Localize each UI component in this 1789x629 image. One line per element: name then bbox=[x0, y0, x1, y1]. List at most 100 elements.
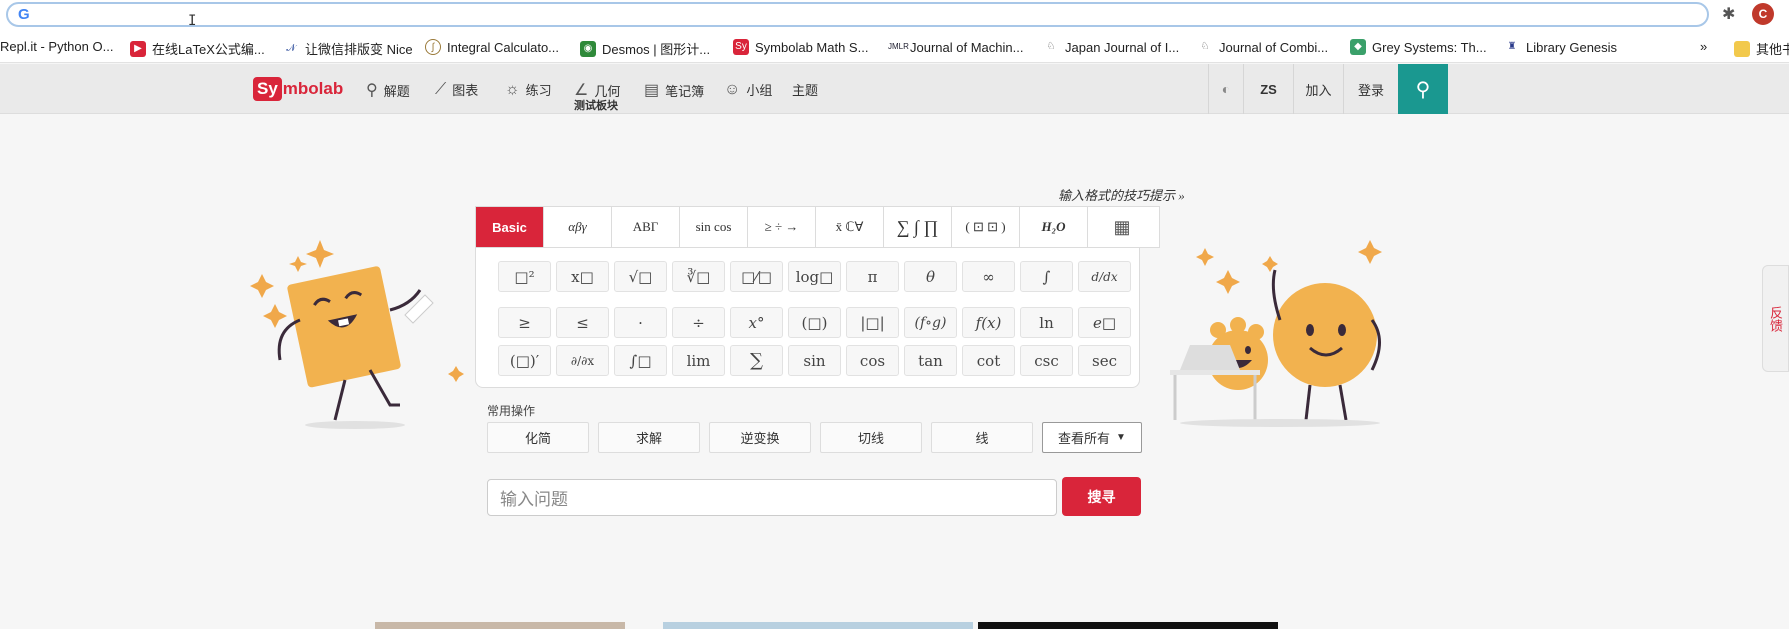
problem-input[interactable]: 输入问题 bbox=[487, 479, 1057, 516]
key-tan[interactable]: tan bbox=[904, 345, 957, 376]
tab-calculus[interactable]: ∑ ∫ ∏ bbox=[884, 207, 952, 247]
common-operations-label: 常用操作 bbox=[487, 404, 536, 418]
bookmark-grey-systems[interactable]: ◆ Grey Systems: Th... bbox=[1350, 39, 1487, 55]
key-partial[interactable]: ∂/∂x bbox=[556, 345, 609, 376]
bookmark-label: 其他书 bbox=[1756, 42, 1789, 57]
view-all-dropdown[interactable]: 查看所有 ▼ bbox=[1042, 422, 1142, 453]
integral-icon: ∫ bbox=[425, 39, 441, 55]
tab-trig[interactable]: sin cos bbox=[680, 207, 748, 247]
address-bar[interactable]: G I bbox=[6, 2, 1709, 29]
key-sqrt[interactable]: √□ bbox=[614, 261, 667, 292]
springer-icon: ♘ bbox=[1197, 39, 1213, 55]
key-divide[interactable]: ÷ bbox=[672, 307, 725, 338]
tab-operators[interactable]: ≥ ÷ → bbox=[748, 207, 816, 247]
key-degree[interactable]: x° bbox=[730, 307, 783, 338]
nav-topics[interactable]: 主题 bbox=[792, 80, 818, 99]
key-exp[interactable]: e□ bbox=[1078, 307, 1131, 338]
ad-banner[interactable] bbox=[978, 622, 1278, 629]
key-infinity[interactable]: ∞ bbox=[962, 261, 1015, 292]
key-dot[interactable]: · bbox=[614, 307, 667, 338]
nav-search-button[interactable]: ⚲ bbox=[1398, 64, 1448, 114]
ad-banner[interactable] bbox=[663, 622, 973, 629]
key-csc[interactable]: csc bbox=[1020, 345, 1073, 376]
nav-label: 笔记簿 bbox=[665, 83, 705, 99]
search-icon: ⚲ bbox=[1415, 77, 1431, 101]
bookmarks-more[interactable]: » bbox=[1700, 39, 1707, 54]
dark-mode-toggle[interactable]: ◐ bbox=[1208, 64, 1243, 114]
key-prime[interactable]: (□)′ bbox=[498, 345, 551, 376]
symbolab-icon: Sy bbox=[733, 39, 749, 55]
language-button[interactable]: ZS bbox=[1243, 64, 1293, 114]
join-button[interactable]: 加入 bbox=[1293, 64, 1343, 114]
key-absolute[interactable]: |□| bbox=[846, 307, 899, 338]
bookmark-folder-other[interactable]: 其他书 bbox=[1734, 39, 1789, 58]
tab-greek-upper[interactable]: ABΓ bbox=[612, 207, 680, 247]
input-tips-link[interactable]: 输入格式的技巧提示 » bbox=[1058, 185, 1185, 204]
key-sum[interactable]: ∑ bbox=[730, 345, 783, 376]
chart-line-icon: ⟋ bbox=[435, 80, 447, 98]
nav-graph[interactable]: ⟋ 图表 bbox=[435, 80, 478, 99]
bookmark-libgen[interactable]: ♜ Library Genesis bbox=[1504, 39, 1617, 55]
key-composition[interactable]: (f∘g) bbox=[904, 307, 957, 338]
nav-practice[interactable]: ☼ 练习 bbox=[505, 80, 552, 99]
extensions-icon[interactable]: ✱ bbox=[1722, 4, 1735, 23]
tab-basic[interactable]: Basic bbox=[476, 207, 544, 247]
key-integral[interactable]: ∫ bbox=[1020, 261, 1073, 292]
op-tangent[interactable]: 切线 bbox=[820, 422, 922, 453]
key-derivative[interactable]: d/dx bbox=[1078, 261, 1131, 292]
bookmark-japan-journal[interactable]: ♘ Japan Journal of I... bbox=[1043, 39, 1179, 55]
lightbulb-icon: ☼ bbox=[505, 80, 520, 98]
bookmark-nice[interactable]: 𝒩 让微信排版变 Nice bbox=[283, 39, 413, 58]
bookmark-symbolab[interactable]: Sy Symbolab Math S... bbox=[733, 39, 868, 55]
key-function[interactable]: f(x) bbox=[962, 307, 1015, 338]
tab-sets[interactable]: x̄ ℂ∀ bbox=[816, 207, 884, 247]
notebook-icon: ▤ bbox=[644, 82, 660, 99]
key-leq[interactable]: ≤ bbox=[556, 307, 609, 338]
nav-solve[interactable]: ⚲ 解题 bbox=[366, 80, 410, 100]
key-definite-integral[interactable]: ∫□ bbox=[614, 345, 667, 376]
tab-greek-lower[interactable]: αβγ bbox=[544, 207, 612, 247]
ad-banner[interactable] bbox=[375, 622, 625, 629]
bookmark-jmlr[interactable]: JMLR Journal of Machin... bbox=[888, 39, 1023, 55]
nav-groups[interactable]: ☺ 小组 bbox=[724, 80, 772, 99]
op-line[interactable]: 线 bbox=[931, 422, 1033, 453]
key-nth-root[interactable]: ∛□ bbox=[672, 261, 725, 292]
bookmark-journal-combi[interactable]: ♘ Journal of Combi... bbox=[1197, 39, 1328, 55]
key-ln[interactable]: ln bbox=[1020, 307, 1073, 338]
bookmark-desmos[interactable]: ◉ Desmos | 图形计... bbox=[580, 39, 710, 58]
key-geq[interactable]: ≥ bbox=[498, 307, 551, 338]
profile-avatar[interactable]: C bbox=[1752, 3, 1774, 25]
op-simplify[interactable]: 化简 bbox=[487, 422, 589, 453]
key-parentheses[interactable]: (□) bbox=[788, 307, 841, 338]
libgen-icon: ♜ bbox=[1504, 39, 1520, 55]
key-cot[interactable]: cot bbox=[962, 345, 1015, 376]
key-pi[interactable]: π bbox=[846, 261, 899, 292]
bookmark-latex[interactable]: ▶ 在线LaTeX公式编... bbox=[130, 39, 265, 58]
key-cos[interactable]: cos bbox=[846, 345, 899, 376]
key-sin[interactable]: sin bbox=[788, 345, 841, 376]
key-theta[interactable]: θ bbox=[904, 261, 957, 292]
feedback-tab[interactable]: 反馈 bbox=[1762, 265, 1789, 372]
search-submit-button[interactable]: 搜寻 bbox=[1062, 477, 1141, 516]
op-inverse[interactable]: 逆变换 bbox=[709, 422, 811, 453]
right-illustration bbox=[1170, 240, 1382, 427]
nav-label: 解题 bbox=[383, 83, 410, 99]
key-sec[interactable]: sec bbox=[1078, 345, 1131, 376]
login-button[interactable]: 登录 bbox=[1343, 64, 1398, 114]
key-limit[interactable]: lim bbox=[672, 345, 725, 376]
op-solve[interactable]: 求解 bbox=[598, 422, 700, 453]
key-fraction[interactable]: □⁄□ bbox=[730, 261, 783, 292]
tab-calculator[interactable]: ▦ bbox=[1088, 207, 1156, 247]
tab-chemistry[interactable]: H₂O bbox=[1020, 207, 1088, 247]
search-icon: ⚲ bbox=[366, 82, 378, 99]
nav-label: 主题 bbox=[792, 83, 819, 98]
key-power[interactable]: x□ bbox=[556, 261, 609, 292]
browser-toolbar: G I ✱ C bbox=[0, 0, 1789, 31]
bookmark-integral[interactable]: ∫ Integral Calculato... bbox=[425, 39, 559, 55]
symbolab-logo[interactable]: Sy mbolab bbox=[253, 77, 343, 101]
key-log[interactable]: log□ bbox=[788, 261, 841, 292]
bookmark-replit[interactable]: Repl.it - Python O... bbox=[0, 39, 113, 54]
nav-notebook[interactable]: ▤ 笔记簿 bbox=[644, 80, 704, 100]
tab-matrix[interactable]: ( ⊡ ⊡ ) bbox=[952, 207, 1020, 247]
key-square[interactable]: □² bbox=[498, 261, 551, 292]
